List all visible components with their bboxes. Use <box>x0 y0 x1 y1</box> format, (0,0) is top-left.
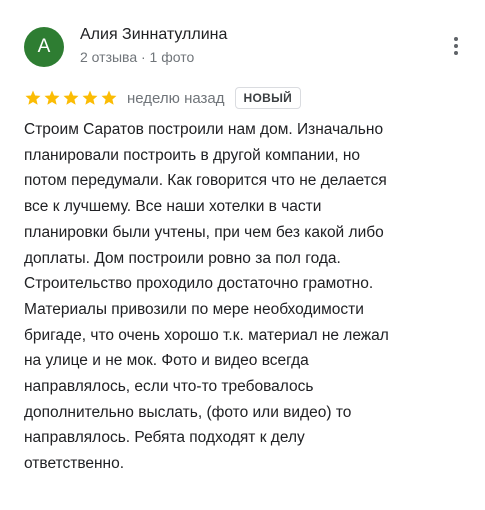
review-text-line: доплаты. Дом построили ровно за пол года… <box>24 249 341 267</box>
author-stats: 2 отзыва · 1 фото <box>80 49 195 65</box>
rating-row: неделю назад НОВЫЙ <box>24 86 302 110</box>
more-options-icon[interactable] <box>444 34 468 58</box>
star-icon <box>43 89 61 107</box>
review-card: А Алия Зиннатуллина 2 отзыва · 1 фото не… <box>0 0 485 510</box>
review-text-line: направлялось. Ребята подходят к делу <box>24 429 305 447</box>
star-icon <box>62 89 80 107</box>
star-icon <box>81 89 99 107</box>
review-text-line: планировки были учтены, при чем без како… <box>24 223 384 241</box>
review-text-line: дополнительно выслать, (фото или видео) … <box>24 403 352 421</box>
review-text-line: планировали построить в другой компании,… <box>24 146 361 164</box>
review-text-line: бригаде, что очень хорошо т.к. материал … <box>24 326 389 344</box>
review-date: неделю назад <box>127 89 225 107</box>
review-text-line: на улице и не мок. Фото и видео всегда <box>24 352 309 370</box>
star-icon <box>100 89 118 107</box>
review-text-line: ответственно. <box>24 455 125 473</box>
avatar[interactable]: А <box>24 27 64 67</box>
star-icon <box>24 89 42 107</box>
review-text-line: направлялось, если что-то требовалось <box>24 378 314 396</box>
star-rating <box>24 89 119 107</box>
review-text-line: потом передумали. Как говорится что не д… <box>24 172 387 190</box>
review-text-line: Строительство проходило достаточно грамо… <box>24 275 374 293</box>
new-badge: НОВЫЙ <box>234 87 302 109</box>
review-text-line: все к лучшему. Все наши хотелки в части <box>24 198 322 216</box>
review-text: Строим Саратов построили нам дом. Изнача… <box>24 117 469 477</box>
review-text-line: Строим Саратов построили нам дом. Изнача… <box>24 121 384 138</box>
review-text-line: Материалы привозили по мере необходимост… <box>24 300 364 318</box>
author-name[interactable]: Алия Зиннатуллина <box>80 26 227 44</box>
